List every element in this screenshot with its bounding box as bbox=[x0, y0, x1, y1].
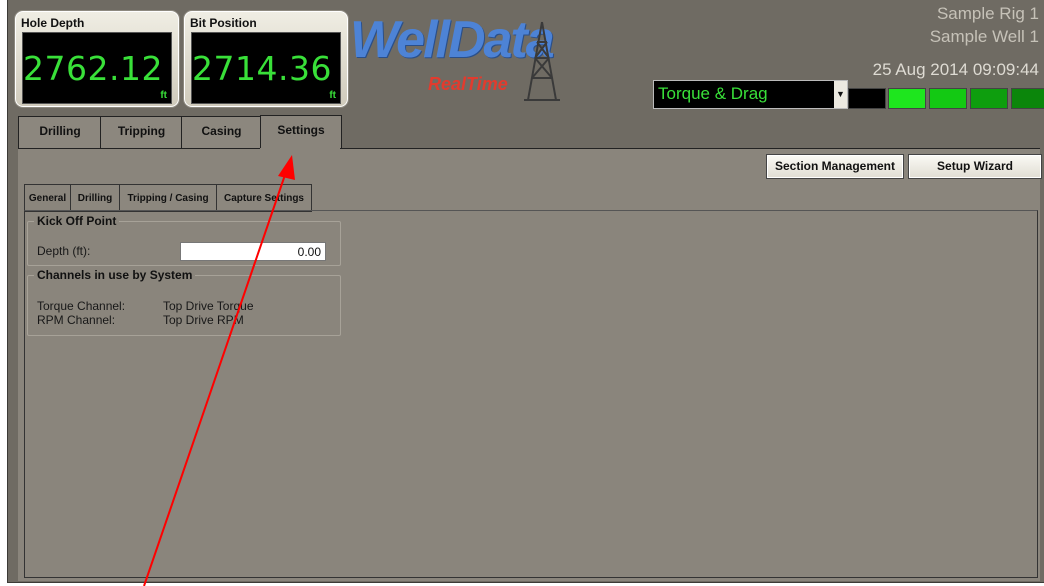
gauge-display: 2714.36 ft bbox=[191, 32, 341, 104]
active-tab-gap bbox=[260, 148, 340, 149]
welldata-app-window: Hole Depth 2762.12 ft Bit Position 2714.… bbox=[7, 0, 1044, 583]
gauge-title: Bit Position bbox=[190, 16, 257, 30]
status-indicator-light bbox=[929, 88, 967, 109]
welldata-logo: WellData RealTime bbox=[350, 8, 580, 101]
torque-channel-label: Torque Channel: bbox=[37, 299, 126, 313]
rpm-channel-value: Top Drive RPM bbox=[163, 313, 244, 327]
kick-off-point-group: Kick Off Point Depth (ft): 0.00 bbox=[27, 214, 341, 266]
current-datetime: 25 Aug 2014 09:09:44 bbox=[872, 60, 1039, 79]
status-indicator-light bbox=[1011, 88, 1044, 109]
status-indicator-light bbox=[888, 88, 926, 109]
tab-drilling[interactable]: Drilling bbox=[18, 116, 102, 149]
section-management-button[interactable]: Section Management bbox=[766, 154, 904, 179]
well-name: Sample Well 1 bbox=[929, 27, 1039, 46]
channels-title: Channels in use by System bbox=[37, 268, 193, 282]
gauge-title: Hole Depth bbox=[21, 16, 85, 30]
hole-depth-value: 2762.12 bbox=[23, 49, 163, 88]
gauge-unit: ft bbox=[329, 90, 336, 101]
status-indicator-light bbox=[970, 88, 1008, 109]
bit-position-value: 2714.36 bbox=[192, 49, 332, 88]
rpm-channel-label: RPM Channel: bbox=[37, 313, 116, 327]
setup-wizard-button[interactable]: Setup Wizard bbox=[908, 154, 1042, 179]
tab-casing[interactable]: Casing bbox=[181, 116, 262, 149]
hole-depth-gauge: Hole Depth 2762.12 ft bbox=[14, 10, 180, 108]
mode-select-value: Torque & Drag bbox=[658, 84, 768, 103]
subtab-general[interactable]: General bbox=[24, 184, 71, 212]
status-indicator-light bbox=[848, 88, 886, 109]
subtab-capture-settings[interactable]: Capture Settings bbox=[216, 184, 312, 212]
chevron-down-icon[interactable]: ▼ bbox=[834, 81, 847, 108]
torque-channel-value: Top Drive Torque bbox=[163, 299, 254, 313]
logo-sub-text: RealTime bbox=[428, 74, 508, 94]
mode-select-dropdown[interactable]: Torque & Drag ▼ bbox=[653, 80, 848, 109]
kick-off-point-title: Kick Off Point bbox=[37, 214, 117, 228]
gauge-unit: ft bbox=[160, 90, 167, 101]
kick-off-depth-field[interactable]: 0.00 bbox=[180, 242, 326, 261]
subtab-drilling[interactable]: Drilling bbox=[70, 184, 120, 212]
tab-tripping[interactable]: Tripping bbox=[100, 116, 183, 149]
derrick-icon bbox=[524, 21, 560, 101]
channels-group: Channels in use by System Torque Channel… bbox=[27, 268, 341, 336]
tab-settings[interactable]: Settings bbox=[260, 115, 342, 148]
depth-label: Depth (ft): bbox=[37, 244, 91, 258]
rig-name: Sample Rig 1 bbox=[936, 4, 1039, 23]
gauge-display: 2762.12 ft bbox=[22, 32, 172, 104]
subtab-tripping-casing[interactable]: Tripping / Casing bbox=[119, 184, 217, 212]
bit-position-gauge: Bit Position 2714.36 ft bbox=[183, 10, 349, 108]
